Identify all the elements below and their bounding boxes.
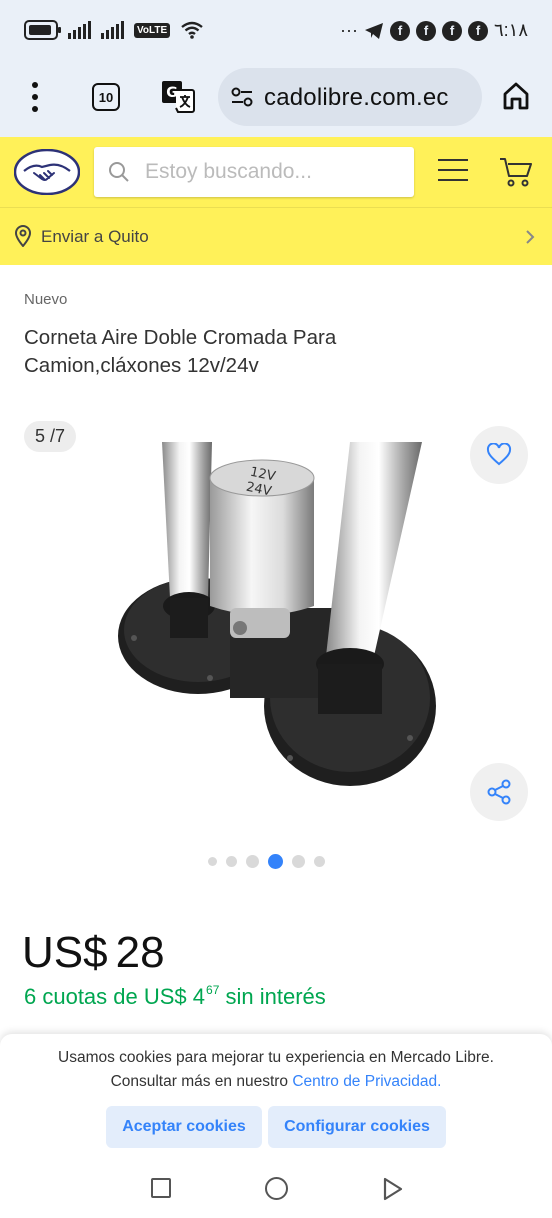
share-button[interactable] — [470, 763, 528, 821]
search-icon — [109, 162, 129, 182]
privacy-center-link[interactable]: Centro de Privacidad. — [292, 1073, 441, 1090]
overflow-indicator: ··· — [340, 20, 358, 40]
installments-amount: 6 cuotas de US$ 4 — [24, 984, 206, 1009]
facebook-icon: f — [441, 20, 462, 41]
status-right: ··· f f f f ٦:١٨ — [340, 20, 528, 41]
mercadolibre-logo[interactable] — [14, 149, 80, 195]
gallery-dot[interactable] — [292, 855, 305, 868]
image-counter: 5 /7 — [24, 421, 77, 452]
gallery-dot[interactable] — [246, 855, 259, 868]
back-button[interactable] — [382, 1177, 404, 1201]
facebook-icon: f — [389, 20, 410, 41]
home-icon[interactable] — [500, 80, 532, 112]
chevron-right-icon — [526, 230, 535, 244]
clock: ٦:١٨ — [493, 20, 528, 40]
installments-suffix: sin interés — [219, 984, 326, 1009]
location-pin-icon — [14, 225, 32, 247]
shipping-location-bar[interactable]: Enviar a Quito — [0, 207, 552, 265]
telegram-icon — [364, 22, 383, 39]
configure-cookies-button[interactable]: Configurar cookies — [268, 1106, 446, 1148]
shipping-location-text: Enviar a Quito — [41, 227, 149, 246]
heart-icon — [486, 443, 512, 466]
system-nav-bar — [0, 1164, 552, 1218]
installments-cents: 67 — [206, 983, 220, 997]
wifi-icon — [181, 21, 203, 39]
facebook-icon: f — [467, 20, 488, 41]
home-button[interactable] — [265, 1177, 288, 1200]
price-value: 28 — [115, 928, 165, 977]
price: US$ 28 — [22, 928, 165, 978]
cookie-banner: Usamos cookies para mejorar tu experienc… — [0, 1034, 552, 1164]
browser-menu-button[interactable] — [26, 82, 44, 112]
signal-icon-2 — [101, 21, 124, 39]
installments-info: 6 cuotas de US$ 467 sin interés — [24, 983, 326, 1010]
search-placeholder: Estoy buscando... — [145, 160, 312, 183]
translate-icon[interactable]: G — [160, 78, 196, 114]
product-title: Corneta Aire Doble Cromada Para Camion,c… — [24, 326, 337, 377]
gallery-dot[interactable] — [314, 856, 325, 867]
cookie-message: Usamos cookies para mejorar tu experienc… — [30, 1046, 522, 1094]
gallery-pagination — [208, 854, 325, 869]
site-settings-icon[interactable] — [230, 86, 254, 108]
recent-apps-button[interactable] — [151, 1178, 171, 1198]
hamburger-menu-icon[interactable] — [438, 159, 468, 181]
price-currency: US$ — [22, 928, 108, 977]
status-left: VoLTE — [24, 20, 204, 40]
browser-toolbar: 10 G cadolibre.com.ec — [0, 64, 552, 137]
search-input[interactable]: Estoy buscando... — [94, 147, 414, 197]
url-text: cadolibre.com.ec — [264, 84, 449, 111]
cart-icon[interactable] — [498, 156, 534, 188]
site-header: Estoy buscando... — [0, 137, 552, 207]
gallery-dot[interactable] — [208, 857, 217, 866]
battery-icon — [24, 20, 61, 40]
accept-cookies-button[interactable]: Aceptar cookies — [106, 1106, 262, 1148]
address-bar[interactable]: cadolibre.com.ec — [218, 68, 482, 126]
status-bar: VoLTE ··· f f f f ٦:١٨ — [0, 0, 552, 64]
gallery-dot[interactable] — [226, 856, 237, 867]
share-icon — [487, 779, 511, 805]
gallery-dot-active[interactable] — [268, 854, 283, 869]
facebook-icon: f — [415, 20, 436, 41]
product-image[interactable]: 12V 24V — [110, 438, 440, 818]
signal-icon — [68, 21, 91, 39]
volte-badge: VoLTE — [134, 22, 171, 38]
tab-switcher-button[interactable]: 10 — [92, 83, 120, 111]
favorite-button[interactable] — [470, 426, 528, 484]
product-condition: Nuevo — [24, 291, 68, 308]
